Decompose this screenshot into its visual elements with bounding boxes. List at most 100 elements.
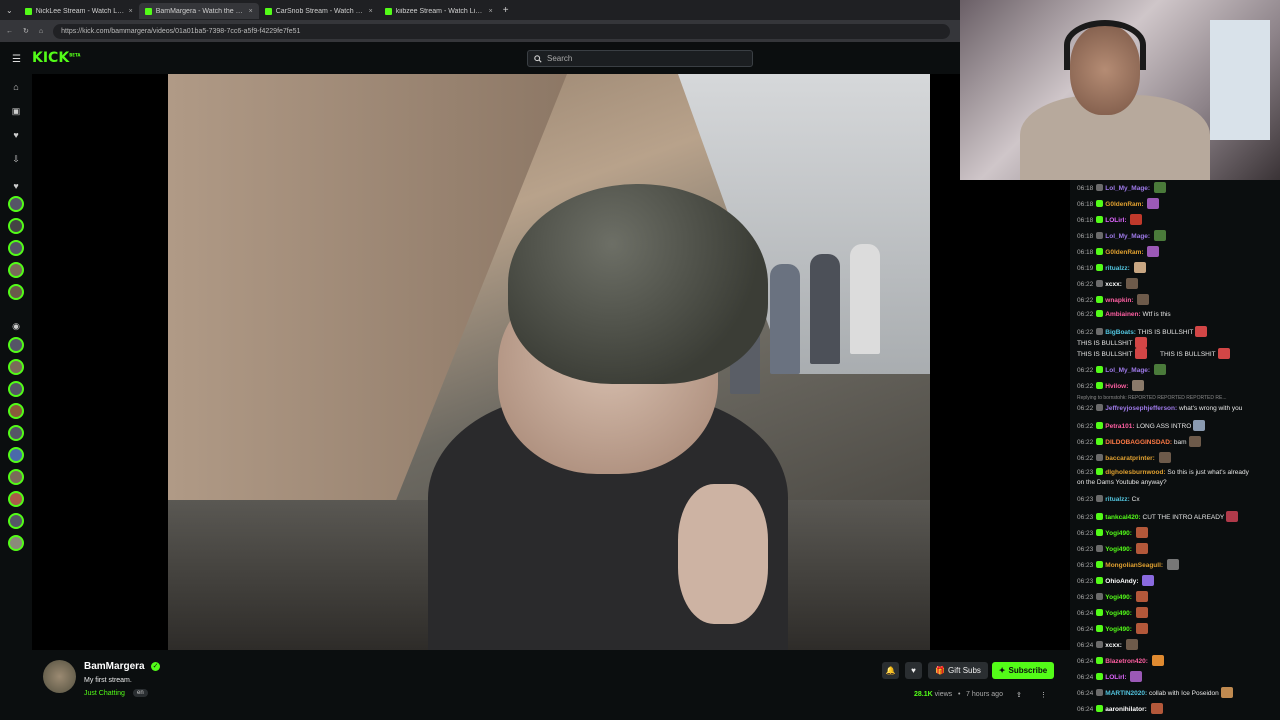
chat-emote-icon: [1147, 198, 1160, 209]
chat-username[interactable]: dlgholesburnwood:: [1105, 469, 1165, 476]
gift-subs-button[interactable]: 🎁 Gift Subs: [928, 662, 988, 679]
browser-tab-carsnob[interactable]: CarSnob Stream - Watch Live ×: [259, 3, 379, 19]
tab-close-icon[interactable]: ×: [129, 8, 133, 15]
tab-close-icon[interactable]: ×: [249, 8, 253, 15]
chat-username[interactable]: ritualzz:: [1105, 496, 1130, 503]
browse-icon[interactable]: ▣: [10, 105, 22, 117]
chat-emote-icon: [1195, 326, 1208, 337]
recommended-channel-avatar[interactable]: [8, 447, 24, 463]
chat-username[interactable]: xcxx:: [1105, 281, 1122, 288]
recommended-channel-avatar[interactable]: [8, 491, 24, 507]
followed-channel-avatar[interactable]: [8, 262, 24, 278]
chat-username[interactable]: Yogi490:: [1105, 594, 1132, 601]
chat-message: THIS IS BULLSHIT: [1160, 348, 1280, 359]
chat-username[interactable]: Lol_My_Mage:: [1105, 233, 1150, 240]
chat-message: 06:23 MongolianSeagull:: [1077, 559, 1277, 570]
chat-text: collab with Ice Poseidon: [1149, 690, 1219, 697]
followed-channel-avatar[interactable]: [8, 284, 24, 300]
channel-info-bar: BamMargera ✓ My first stream. Just Chatt…: [32, 650, 1070, 720]
new-tab-button[interactable]: +: [503, 5, 509, 16]
kick-logo[interactable]: KICKBETA: [32, 50, 80, 66]
browser-tab-bammargera[interactable]: BamMargera - Watch the VOD ×: [138, 3, 259, 19]
recommended-channel-avatar[interactable]: [8, 535, 24, 551]
chat-username[interactable]: OhioAndy:: [1105, 578, 1138, 585]
recommended-channel-avatar[interactable]: [8, 359, 24, 375]
followed-channel-avatar[interactable]: [8, 218, 24, 234]
chat-message: 06:22 Jeffreyjosephjefferson: what's wron…: [1077, 404, 1277, 413]
recommended-channel-avatar[interactable]: [8, 337, 24, 353]
chat-username[interactable]: Ambiainen:: [1105, 311, 1140, 318]
chat-emote-icon: [1188, 436, 1201, 447]
chat-timestamp: 06:22: [1077, 383, 1094, 390]
menu-icon[interactable]: ☰: [12, 54, 21, 65]
share-icon[interactable]: ⇪: [1016, 691, 1022, 699]
chat-username[interactable]: Yogi490:: [1105, 610, 1132, 617]
chat-username[interactable]: Yogi490:: [1105, 530, 1132, 537]
chat-message: 06:24 Yogi490:: [1077, 623, 1277, 634]
tab-search-chevron-icon[interactable]: ⌄: [0, 6, 19, 15]
chat-username[interactable]: G0ldenRam:: [1105, 201, 1143, 208]
browser-tab-kiibzee[interactable]: kiibzee Stream - Watch Live o ×: [379, 3, 499, 19]
tab-close-icon[interactable]: ×: [489, 8, 493, 15]
chat-username[interactable]: MongolianSeagull:: [1105, 562, 1163, 569]
address-bar-row: ← ↻ ⌂ https://kick.com/bammargera/videos…: [0, 20, 960, 42]
url-field[interactable]: https://kick.com/bammargera/videos/01a01…: [53, 23, 950, 39]
chat-username[interactable]: Petra101:: [1105, 423, 1134, 430]
search-input[interactable]: Search: [527, 50, 753, 67]
chat-username[interactable]: Lol_My_Mage:: [1105, 185, 1150, 192]
recommended-channel-avatar[interactable]: [8, 513, 24, 529]
language-tag[interactable]: en: [133, 689, 148, 697]
category-link[interactable]: Just Chatting: [84, 690, 125, 697]
chat-username[interactable]: DILDOBAGGINSDAD:: [1105, 439, 1172, 446]
chat-text: So this is just what's already: [1167, 469, 1249, 476]
chat-username[interactable]: BigBoats:: [1105, 329, 1136, 336]
more-options-icon[interactable]: ⋮: [1040, 691, 1047, 699]
chat-badge-icon: [1096, 438, 1104, 445]
recommended-channel-avatar[interactable]: [8, 403, 24, 419]
subscribe-button[interactable]: ✦ Subscribe: [992, 662, 1054, 679]
chat-username[interactable]: Blazetron420:: [1105, 658, 1148, 665]
chat-username[interactable]: Lol_My_Mage:: [1105, 367, 1150, 374]
chat-username[interactable]: baccaratprinter:: [1105, 455, 1155, 462]
following-heart-icon[interactable]: ♥: [10, 129, 22, 141]
chat-badge-icon: [1096, 513, 1104, 520]
chat-username[interactable]: aaronihilator:: [1105, 706, 1147, 713]
reload-icon[interactable]: ↻: [23, 27, 29, 35]
chat-username[interactable]: Yogi490:: [1105, 626, 1132, 633]
video-player[interactable]: [32, 74, 1070, 650]
chat-badge-icon: [1096, 561, 1104, 568]
channel-avatar[interactable]: [43, 660, 76, 693]
chat-username[interactable]: LOLirl:: [1105, 217, 1126, 224]
recommended-channel-avatar[interactable]: [8, 469, 24, 485]
home-icon[interactable]: ⌂: [39, 28, 43, 35]
chat-username[interactable]: LOLirl:: [1105, 674, 1126, 681]
channel-name[interactable]: BamMargera: [84, 661, 145, 672]
chat-username[interactable]: G0ldenRam:: [1105, 249, 1143, 256]
recommended-channel-avatar[interactable]: [8, 381, 24, 397]
chat-username[interactable]: ritualzz:: [1105, 265, 1130, 272]
notification-bell-button[interactable]: 🔔: [882, 662, 899, 679]
recommended-channel-avatar[interactable]: [8, 425, 24, 441]
chat-username[interactable]: Jeffreyjosephjefferson:: [1105, 405, 1177, 412]
chat-username[interactable]: Yogi490:: [1105, 546, 1132, 553]
followed-channel-avatar[interactable]: [8, 196, 24, 212]
chat-username[interactable]: MARTIN2020:: [1105, 690, 1147, 697]
chat-badge-icon: [1096, 248, 1104, 255]
back-icon[interactable]: ←: [6, 28, 13, 35]
chat-username[interactable]: xcxx:: [1105, 642, 1122, 649]
chat-emote-icon: [1134, 337, 1147, 348]
chat-username[interactable]: wnapkin:: [1105, 297, 1133, 304]
tab-close-icon[interactable]: ×: [369, 8, 373, 15]
browser-tab-nicklee[interactable]: NickLee Stream - Watch Live o ×: [19, 3, 139, 19]
chat-timestamp: 06:22: [1077, 297, 1094, 304]
kick-favicon-icon: [144, 7, 152, 15]
chat-badge-icon: [1096, 609, 1104, 616]
home-icon[interactable]: ⌂: [10, 81, 22, 93]
followed-channel-avatar[interactable]: [8, 240, 24, 256]
chat-username[interactable]: tankcal420:: [1105, 514, 1140, 521]
chat-username[interactable]: Hvilow:: [1105, 383, 1128, 390]
chat-timestamp: 06:23: [1077, 496, 1094, 503]
follow-heart-button[interactable]: ♥: [905, 662, 922, 679]
chat-badge-icon: [1096, 296, 1104, 303]
download-icon[interactable]: ⇩: [10, 153, 22, 165]
